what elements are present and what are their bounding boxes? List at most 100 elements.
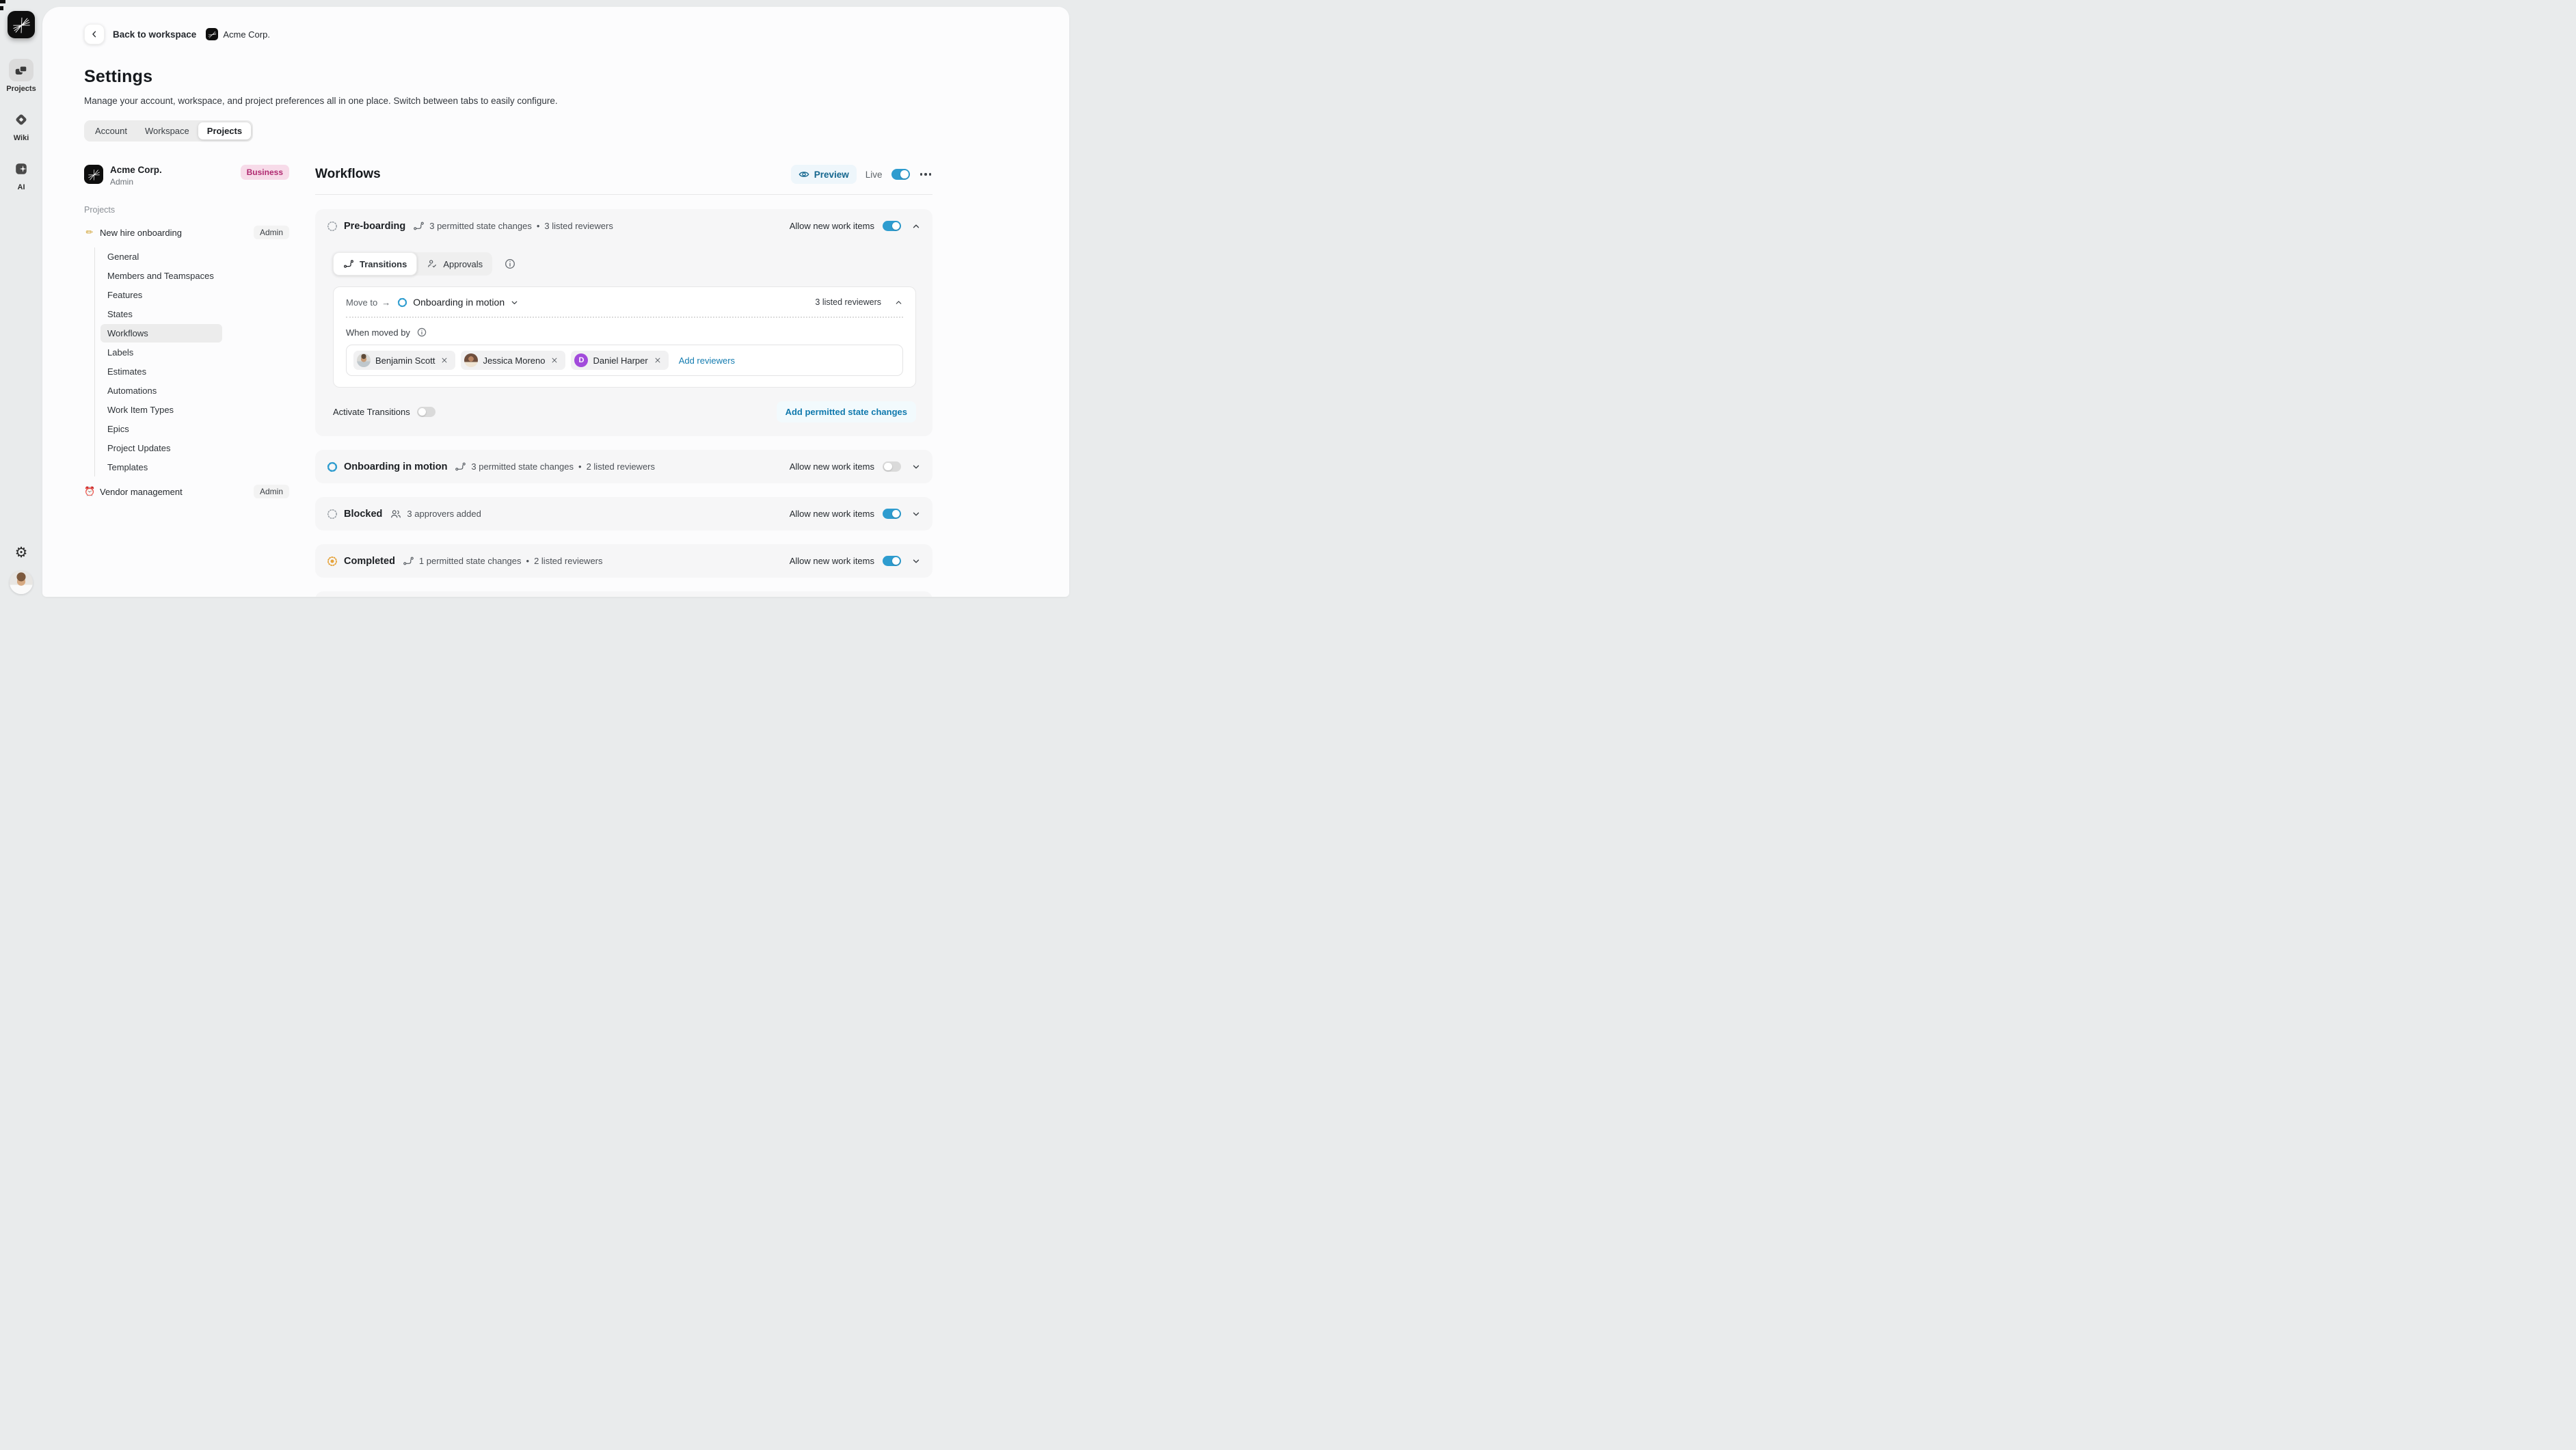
project-settings-list: General Members and Teamspaces Features … xyxy=(94,247,289,476)
chevron-down-icon[interactable] xyxy=(911,556,921,566)
remove-reviewer-icon[interactable] xyxy=(440,355,449,365)
rail-label-projects: Projects xyxy=(6,85,36,93)
user-avatar[interactable] xyxy=(10,571,33,594)
tab-projects[interactable]: Projects xyxy=(198,122,251,139)
preview-button[interactable]: Preview xyxy=(791,165,857,184)
workflow-section-onboarding-in-motion: Onboarding in motion 3 permitted state c… xyxy=(315,450,933,483)
nav-item-states[interactable]: States xyxy=(100,305,222,323)
project-vendor-management[interactable]: ⏰ Vendor management Admin xyxy=(84,485,289,498)
info-icon[interactable] xyxy=(504,258,516,270)
org-row: Acme Corp. Admin Business xyxy=(84,165,289,187)
nav-item-features[interactable]: Features xyxy=(100,286,222,304)
rail-item-projects[interactable]: Projects xyxy=(6,59,36,93)
add-permitted-state-changes-button[interactable]: Add permitted state changes xyxy=(777,401,916,422)
remove-reviewer-icon[interactable] xyxy=(653,355,662,365)
section-header[interactable]: Onboarding in motion 3 permitted state c… xyxy=(315,450,933,483)
page-description: Manage your account, workspace, and proj… xyxy=(84,96,933,106)
nav-item-labels[interactable]: Labels xyxy=(100,343,222,362)
nav-item-automations[interactable]: Automations xyxy=(100,381,222,400)
org-name: Acme Corp. xyxy=(110,165,162,175)
reviewer-chip: D Daniel Harper xyxy=(571,351,668,370)
project-new-hire-onboarding[interactable]: ✏ New hire onboarding Admin xyxy=(84,226,289,239)
tab-transitions-label: Transitions xyxy=(360,259,407,269)
tab-account[interactable]: Account xyxy=(86,122,136,139)
back-label[interactable]: Back to workspace xyxy=(113,29,196,40)
live-toggle[interactable] xyxy=(891,169,910,180)
topbar: Back to workspace Acme Corp. xyxy=(84,24,933,44)
changes-count: 3 permitted state changes xyxy=(471,461,574,472)
allow-new-work-items-toggle[interactable] xyxy=(883,461,901,472)
tab-workspace[interactable]: Workspace xyxy=(136,122,198,139)
ai-sparkle-icon xyxy=(14,161,29,176)
reviewer-chip: Jessica Moreno xyxy=(461,351,565,370)
reviewers-count: 2 listed reviewers xyxy=(587,461,655,472)
transition-icon xyxy=(455,461,466,472)
settings-gear-icon[interactable]: ⚙ xyxy=(15,546,28,560)
rail-label-ai: AI xyxy=(18,183,25,191)
starburst-icon xyxy=(12,16,31,34)
tab-approvals[interactable]: Approvals xyxy=(417,252,492,276)
add-reviewers-button[interactable]: Add reviewers xyxy=(679,355,735,366)
workspace-chip[interactable]: Acme Corp. xyxy=(206,28,270,40)
workflows-title: Workflows xyxy=(315,167,381,182)
projects-icon xyxy=(14,63,29,78)
state-completed-icon xyxy=(327,556,338,567)
workflow-section-completed: Completed 1 permitted state changes • 2 … xyxy=(315,544,933,578)
project-name: New hire onboarding xyxy=(100,228,182,238)
section-header[interactable]: Completed 1 permitted state changes • 2 … xyxy=(315,544,933,578)
nav-item-members-and-teamspaces[interactable]: Members and Teamspaces xyxy=(100,267,222,285)
activate-transitions-label: Activate Transitions xyxy=(333,407,410,417)
allow-new-work-items-label: Allow new work items xyxy=(790,221,874,231)
when-moved-by-label: When moved by xyxy=(346,327,410,338)
target-state-selector[interactable]: Onboarding in motion xyxy=(397,297,519,308)
app-logo[interactable] xyxy=(8,11,35,38)
activate-transitions-toggle[interactable] xyxy=(417,407,435,418)
allow-new-work-items-toggle[interactable] xyxy=(883,221,901,232)
more-menu-icon[interactable] xyxy=(919,170,933,178)
section-header[interactable]: Blocked 3 approvers added Allow new work… xyxy=(315,497,933,531)
listed-reviewers-count: 3 listed reviewers xyxy=(815,297,881,307)
nav-item-templates[interactable]: Templates xyxy=(100,458,222,476)
avatar xyxy=(357,353,371,367)
allow-new-work-items-toggle[interactable] xyxy=(883,556,901,567)
dotted-divider xyxy=(346,317,903,318)
chevron-up-icon[interactable] xyxy=(911,221,921,231)
chevron-down-icon[interactable] xyxy=(911,509,921,519)
nav-item-work-item-types[interactable]: Work Item Types xyxy=(100,401,222,419)
nav-item-epics[interactable]: Epics xyxy=(100,420,222,438)
reviewer-name: Jessica Moreno xyxy=(483,355,545,366)
live-label: Live xyxy=(866,170,883,180)
remove-reviewer-icon[interactable] xyxy=(550,355,559,365)
wiki-icon xyxy=(13,111,29,128)
rail-item-ai[interactable]: AI xyxy=(9,157,33,191)
avatar xyxy=(464,353,478,367)
move-to-label: Move to xyxy=(346,297,377,308)
back-button[interactable] xyxy=(84,24,105,44)
nav-item-project-updates[interactable]: Project Updates xyxy=(100,439,222,457)
chevron-down-icon xyxy=(510,298,519,307)
projects-section-label: Projects xyxy=(84,205,289,215)
alarm-clock-emoji-icon: ⏰ xyxy=(84,486,95,497)
allow-new-work-items-toggle[interactable] xyxy=(883,509,901,520)
rail-item-wiki[interactable]: Wiki xyxy=(9,108,33,142)
org-role: Admin xyxy=(110,177,162,187)
nav-item-estimates[interactable]: Estimates xyxy=(100,362,222,381)
nav-item-workflows[interactable]: Workflows xyxy=(100,324,222,343)
nav-item-general[interactable]: General xyxy=(100,247,222,266)
transition-card: Move to → Onboarding in motion 3 listed xyxy=(333,286,916,388)
page-title: Settings xyxy=(84,67,933,87)
info-icon[interactable] xyxy=(416,327,427,338)
state-backlog-icon xyxy=(327,509,338,520)
chevron-down-icon[interactable] xyxy=(911,462,921,472)
chevron-up-icon[interactable] xyxy=(894,298,903,307)
changes-count: 1 permitted state changes xyxy=(419,556,522,566)
reviewers-field[interactable]: Benjamin Scott Jessica Moreno xyxy=(346,345,903,376)
workflow-section-partial xyxy=(315,591,933,597)
reviewers-count: 2 listed reviewers xyxy=(534,556,602,566)
transitions-panel: Transitions Approvals xyxy=(315,243,933,436)
reviewers-count: 3 listed reviewers xyxy=(544,221,613,231)
section-header[interactable]: Pre-boarding 3 permitted state changes •… xyxy=(315,209,933,243)
tab-transitions[interactable]: Transitions xyxy=(333,252,417,276)
org-logo-icon xyxy=(84,165,103,184)
state-started-icon xyxy=(397,297,407,308)
